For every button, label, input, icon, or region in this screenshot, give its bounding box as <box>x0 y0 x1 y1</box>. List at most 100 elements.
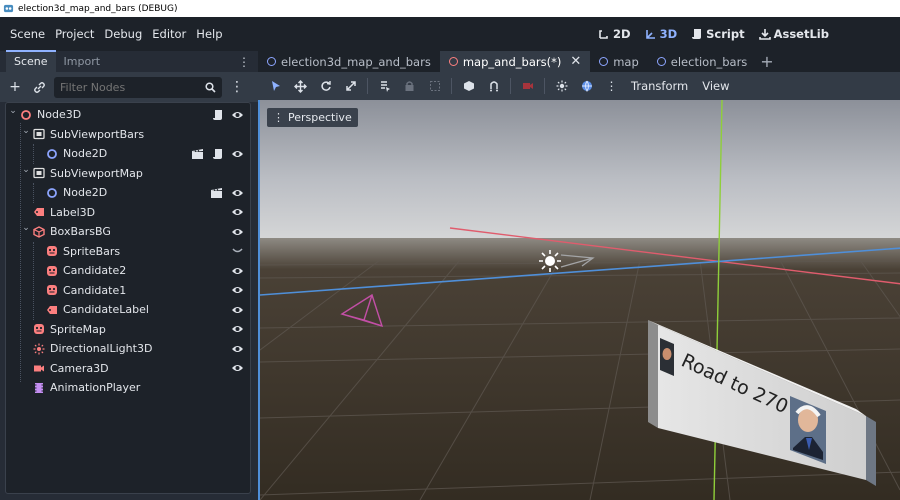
viewport-toolbar: ⋮ Transform View <box>258 72 900 100</box>
clapper-icon[interactable] <box>191 148 204 160</box>
chevron-down-icon[interactable]: ⌄ <box>21 165 31 175</box>
move-tool-icon[interactable] <box>289 75 312 97</box>
scene-node2d-icon <box>599 57 609 66</box>
clapper-icon[interactable] <box>210 187 223 199</box>
godot-app-icon <box>3 4 14 13</box>
light-icon <box>33 343 45 355</box>
perspective-menu[interactable]: ⋮ Perspective <box>267 108 358 127</box>
tree-item-label: Node2D <box>63 147 108 160</box>
view-menu[interactable]: View <box>696 79 735 93</box>
list-select-icon[interactable] <box>373 75 396 97</box>
tree-item-candidate2[interactable]: Candidate2 <box>6 261 250 280</box>
camera-preview-icon[interactable] <box>516 75 539 97</box>
window-title: election3d_map_and_bars (DEBUG) <box>18 3 178 14</box>
scene-tab-map-and-bars[interactable]: map_and_bars(*) ✕ <box>439 51 591 72</box>
visibility-icon[interactable] <box>231 305 244 315</box>
scene-tab-election3d-map-and-bars[interactable]: election3d_map_and_bars <box>258 51 440 72</box>
label3d-icon <box>33 206 45 218</box>
3d-viewport[interactable]: Road to 270 ⋮ Perspective <box>258 100 900 500</box>
transform-menu[interactable]: Transform <box>625 79 694 93</box>
visibility-icon[interactable] <box>231 363 244 373</box>
visibility-icon[interactable] <box>231 207 244 217</box>
toolbar-separator <box>544 78 545 94</box>
scene-tree: ⌄ Node3D ⌄ SubViewportBars Node2D ⌄ SubViewpor… <box>5 102 251 494</box>
tree-item-subviewportbars[interactable]: ⌄ SubViewportBars <box>6 125 250 144</box>
viewport-options-icon[interactable]: ⋮ <box>600 75 623 97</box>
visibility-icon[interactable] <box>231 324 244 334</box>
tree-item-label: AnimationPlayer <box>50 381 141 394</box>
scene-tab-election-bars[interactable]: election_bars <box>648 51 757 72</box>
menu-debug[interactable]: Debug <box>99 27 147 41</box>
scale-tool-icon[interactable] <box>339 75 362 97</box>
menu-help[interactable]: Help <box>191 27 227 41</box>
viewport-scene: Road to 270 <box>260 100 900 500</box>
filter-nodes-field[interactable] <box>54 76 222 98</box>
menu-editor[interactable]: Editor <box>147 27 191 41</box>
scene-tab-map[interactable]: map <box>590 51 648 72</box>
close-icon[interactable]: ✕ <box>570 54 581 69</box>
chevron-down-icon[interactable]: ⌄ <box>21 126 31 136</box>
tree-item-label: SubViewportBars <box>50 127 145 141</box>
lock-icon[interactable] <box>398 75 421 97</box>
mode-script-button[interactable]: Script <box>691 27 745 41</box>
chevron-down-icon[interactable]: ⌄ <box>8 106 18 116</box>
menu-project[interactable]: Project <box>50 27 99 41</box>
group-icon[interactable] <box>423 75 446 97</box>
tree-item-node3d[interactable]: ⌄ Node3D <box>6 105 250 124</box>
2d-icon <box>599 30 608 39</box>
tree-item-spritebars[interactable]: SpriteBars <box>6 242 250 261</box>
visibility-icon[interactable] <box>231 110 244 120</box>
filter-nodes-input[interactable] <box>60 80 190 94</box>
assetlib-icon <box>758 29 771 40</box>
tree-item-label3d[interactable]: Label3D <box>6 203 250 222</box>
tree-item-label: SpriteBars <box>63 244 121 258</box>
chevron-down-icon[interactable]: ⌄ <box>21 223 31 233</box>
tree-item-node2d[interactable]: Node2D <box>6 144 250 163</box>
label3d-icon <box>46 304 58 316</box>
visibility-icon[interactable] <box>231 266 244 276</box>
visibility-icon[interactable] <box>231 344 244 354</box>
tree-item-animationplayer[interactable]: AnimationPlayer <box>6 378 250 397</box>
sprite3d-icon <box>46 284 58 296</box>
toolbar-separator <box>367 78 368 94</box>
tree-item-subviewportmap[interactable]: ⌄ SubViewportMap <box>6 164 250 183</box>
mode-assetlib-button[interactable]: AssetLib <box>758 27 829 41</box>
tree-item-candidatelabel[interactable]: CandidateLabel <box>6 300 250 319</box>
tree-item-camera3d[interactable]: Camera3D <box>6 359 250 378</box>
scene-dock: Scene Import ⋮ + ⋮ ⌄ Node3D ⌄ SubViewportBa… <box>0 50 258 500</box>
visibility-icon[interactable] <box>231 285 244 295</box>
tree-item-spritemap[interactable]: SpriteMap <box>6 320 250 339</box>
tree-item-candidate1[interactable]: Candidate1 <box>6 281 250 300</box>
scene-options-icon[interactable]: ⋮ <box>228 78 246 96</box>
tree-item-boxbarsbg[interactable]: ⌄ BoxBarsBG <box>6 222 250 241</box>
visibility-icon[interactable] <box>231 188 244 198</box>
mode-2d-button[interactable]: 2D <box>598 27 631 41</box>
rotate-tool-icon[interactable] <box>314 75 337 97</box>
tree-item-directionallight3d[interactable]: DirectionalLight3D <box>6 339 250 358</box>
visibility-hidden-icon[interactable] <box>231 246 244 256</box>
subviewport-icon <box>33 128 45 140</box>
menu-scene[interactable]: Scene <box>0 27 50 41</box>
add-node-icon[interactable]: + <box>6 78 24 96</box>
sprite3d-icon <box>46 245 58 257</box>
visibility-icon[interactable] <box>231 149 244 159</box>
tree-item-node2d[interactable]: Node2D <box>6 183 250 202</box>
tree-item-label: CandidateLabel <box>63 303 149 316</box>
meshinstance-icon <box>33 225 45 238</box>
dock-menu-icon[interactable]: ⋮ <box>238 55 250 69</box>
tab-scene[interactable]: Scene <box>6 50 56 72</box>
add-tab-icon[interactable]: + <box>760 52 773 71</box>
environment-toggle-icon[interactable] <box>575 75 598 97</box>
select-tool-icon[interactable] <box>264 75 287 97</box>
local-space-icon[interactable] <box>457 75 480 97</box>
instance-link-icon[interactable] <box>30 78 48 96</box>
tab-import[interactable]: Import <box>56 52 109 72</box>
script-icon[interactable] <box>212 109 223 121</box>
tree-item-label: DirectionalLight3D <box>50 342 153 355</box>
snap-icon[interactable] <box>482 75 505 97</box>
visibility-icon[interactable] <box>231 227 244 237</box>
tree-item-label: Candidate1 <box>63 283 127 297</box>
mode-3d-button[interactable]: 3D <box>645 27 677 41</box>
script-icon[interactable] <box>212 148 223 160</box>
sun-toggle-icon[interactable] <box>550 75 573 97</box>
